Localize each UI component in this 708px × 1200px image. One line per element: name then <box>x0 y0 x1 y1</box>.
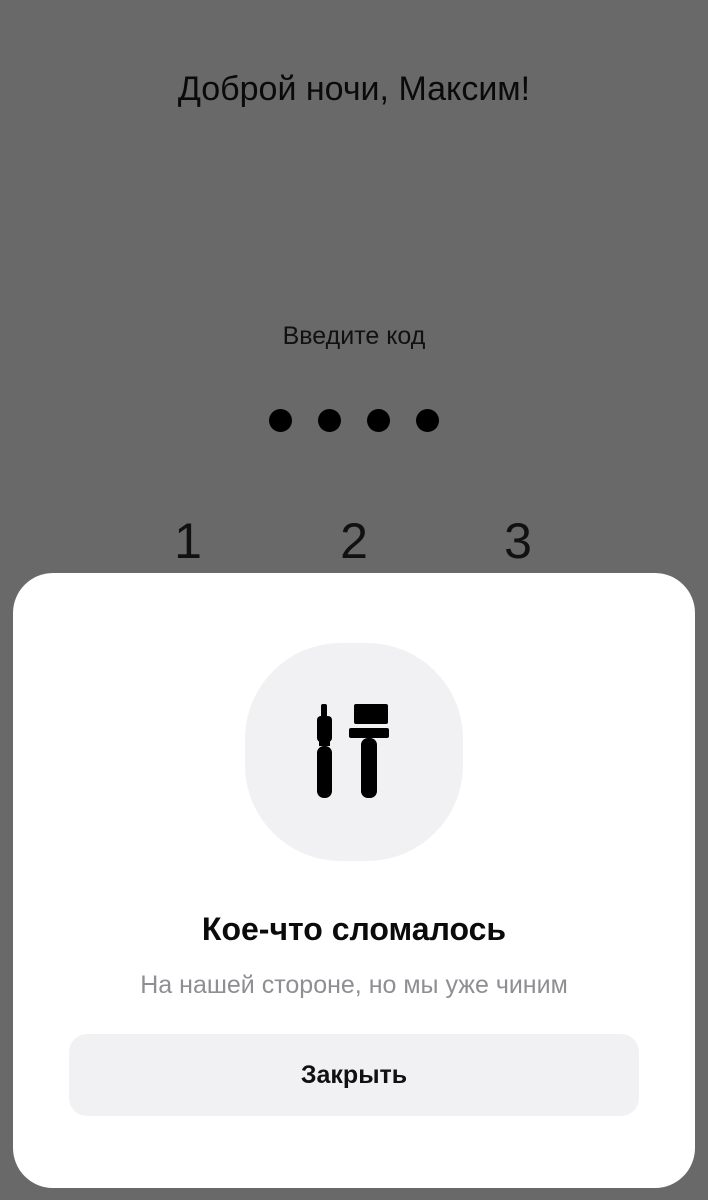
tools-icon <box>317 704 389 798</box>
pin-dot-filled <box>367 409 390 432</box>
keypad-key-1[interactable]: 1 <box>138 512 238 570</box>
error-subtitle: На нашей стороне, но мы уже чиним <box>140 971 568 999</box>
icon-tile <box>245 643 463 861</box>
close-button[interactable]: Закрыть <box>69 1034 639 1116</box>
keypad: 1 2 3 <box>0 512 708 582</box>
error-bottom-sheet: Кое-что сломалось На нашей стороне, но м… <box>13 573 695 1188</box>
keypad-key-3[interactable]: 3 <box>468 512 568 570</box>
pin-indicator <box>0 409 708 432</box>
pin-dot-filled <box>318 409 341 432</box>
keypad-key-2[interactable]: 2 <box>304 512 404 570</box>
pin-dot-filled <box>416 409 439 432</box>
error-title: Кое-что сломалось <box>201 911 507 947</box>
greeting-title: Доброй ночи, Максим! <box>177 70 531 108</box>
pin-dot-filled <box>269 409 292 432</box>
pin-prompt: Введите код <box>282 322 426 350</box>
